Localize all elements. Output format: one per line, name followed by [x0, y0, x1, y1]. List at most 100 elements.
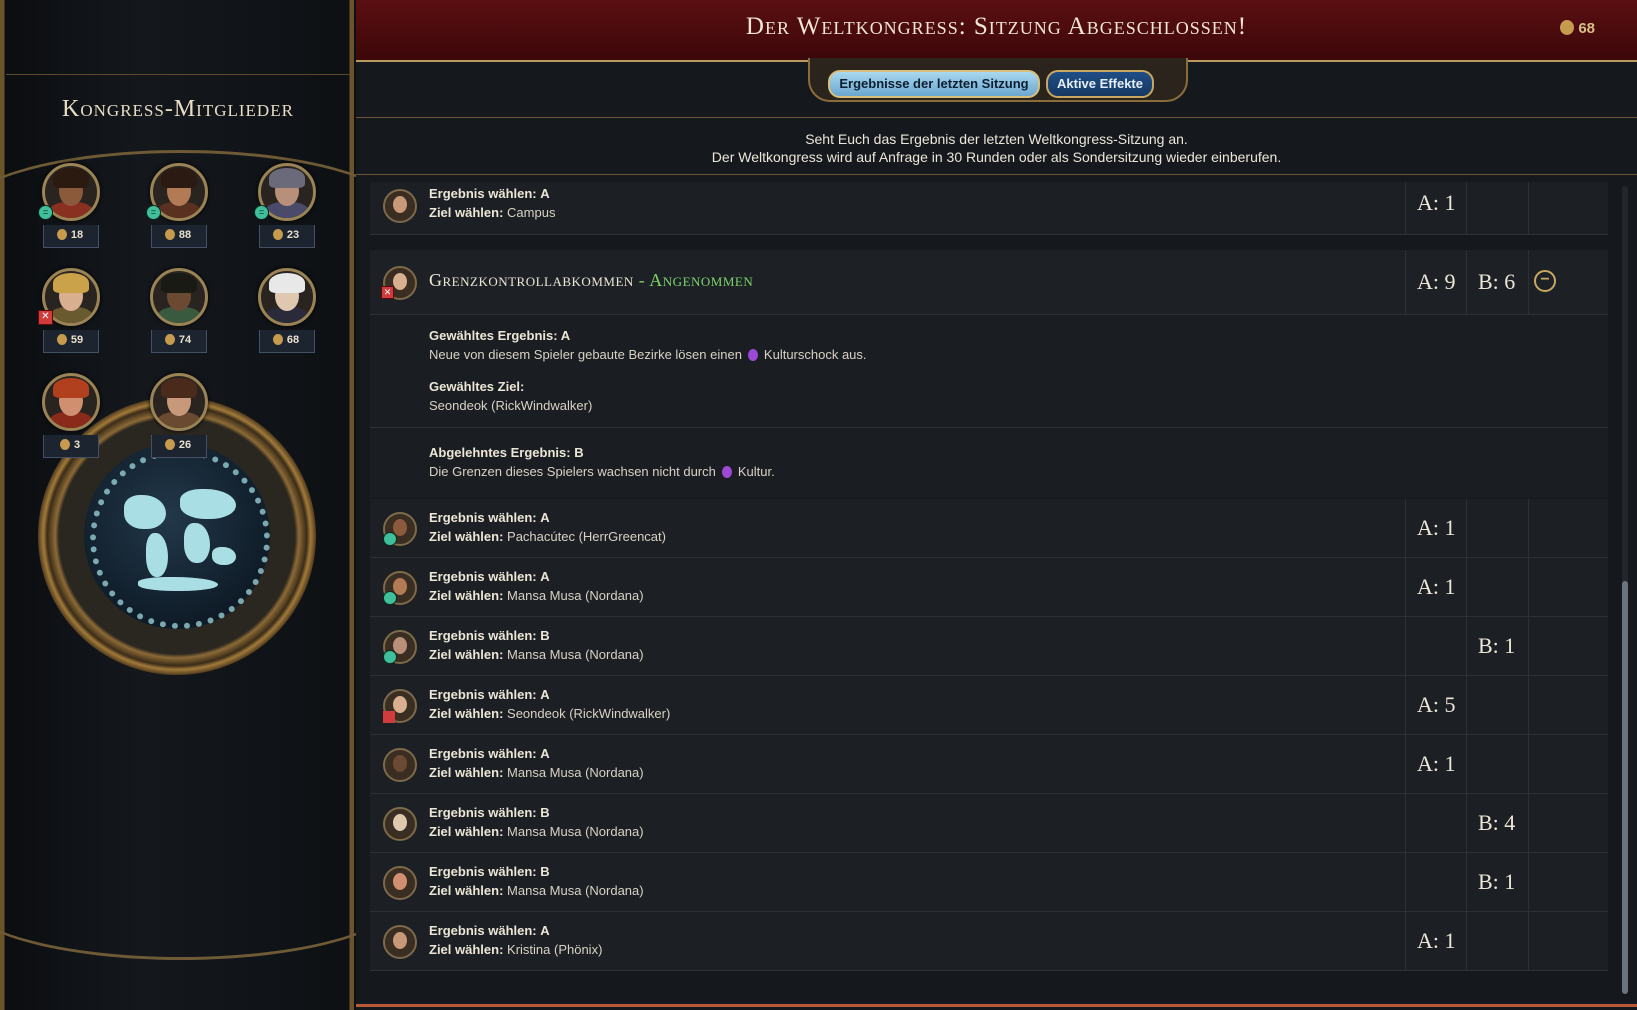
outcome-value: A [540, 687, 550, 702]
favor-icon [59, 439, 70, 450]
vote-row: Ergebnis wählen: A Ziel wählen: Campus A… [370, 182, 1608, 235]
favor-value: 68 [1578, 20, 1595, 37]
member-favor: 26 [151, 439, 205, 451]
collapse-button[interactable]: − [1534, 270, 1556, 292]
column-divider [1466, 912, 1467, 970]
resolution-separator: - [633, 270, 650, 290]
vote-row: Ergebnis wählen: A Ziel wählen: Mansa Mus… [370, 735, 1608, 794]
target-value: Mansa Musa (Nordana) [507, 647, 644, 662]
column-divider [1528, 499, 1529, 557]
outcome-line: Ergebnis wählen: A [429, 687, 550, 702]
member-7[interactable]: 3 [40, 373, 100, 458]
vote-row: Ergebnis wählen: B Ziel wählen: Mansa Mus… [370, 794, 1608, 853]
scrollbar[interactable] [1622, 186, 1628, 994]
outcome-value: A [540, 186, 550, 201]
leader-avatar [383, 512, 417, 546]
column-divider [1466, 794, 1467, 852]
tab-last-session-results[interactable]: Ergebnisse der letzten Sitzung [828, 70, 1040, 98]
target-line: Ziel wählen: Mansa Musa (Nordana) [429, 883, 644, 898]
chosen-outcome-text-post: Kulturschock aus. [763, 347, 867, 362]
favor-value: 74 [178, 334, 192, 346]
choose-target-label: Ziel wählen: [429, 765, 504, 780]
target-line: Ziel wählen: Mansa Musa (Nordana) [429, 765, 644, 780]
continent-shape [124, 495, 166, 529]
outcome-line: Ergebnis wählen: B [429, 805, 550, 820]
member-4[interactable]: 59 ✕ [38, 268, 100, 353]
vote-row: Ergebnis wählen: B Ziel wählen: Mansa Mus… [370, 853, 1608, 912]
leader-face [393, 273, 407, 290]
member-1[interactable]: 18 = [38, 163, 100, 248]
member-5[interactable]: 74 [148, 268, 208, 353]
leader-face [393, 696, 407, 713]
bottom-border [356, 1004, 1637, 1007]
favor-icon [164, 439, 175, 450]
choose-target-label: Ziel wählen: [429, 529, 504, 544]
continent-shape [184, 523, 210, 563]
member-favor: 68 [259, 334, 313, 346]
world-congress-globe-icon [84, 443, 270, 629]
column-divider [1405, 735, 1406, 793]
vote-count-a: A: 5 [1417, 692, 1456, 717]
member-8[interactable]: 26 [148, 373, 208, 458]
favor-icon [56, 229, 67, 240]
member-favor: 3 [43, 439, 97, 451]
member-favor: 23 [259, 229, 313, 241]
outcome-value: B [540, 864, 550, 879]
target-value: Mansa Musa (Nordana) [507, 765, 644, 780]
page-title: Der Weltkongress: Sitzung Abgeschlossen! [745, 13, 1248, 40]
rejected-outcome-text-post: Kultur. [737, 464, 775, 479]
divider [370, 427, 1608, 428]
choose-outcome-label: Ergebnis wählen: [429, 510, 537, 525]
tab-active-effects[interactable]: Aktive Effekte [1046, 70, 1154, 98]
target-line: Ziel wählen: Mansa Musa (Nordana) [429, 588, 644, 603]
vote-count-a: A: 1 [1417, 928, 1456, 953]
ally-badge-icon [383, 591, 397, 605]
column-divider [1528, 735, 1529, 793]
chosen-outcome-label: Gewähltes Ergebnis: A [429, 328, 571, 343]
results-list[interactable]: Ergebnis wählen: A Ziel wählen: Campus A… [370, 182, 1608, 994]
resolution-header[interactable]: ✕ Grenzkontrollabkommen - Angenommen A: … [370, 250, 1608, 315]
member-3[interactable]: 23 = [254, 163, 316, 248]
column-divider [1405, 250, 1406, 314]
ally-badge-icon: = [38, 205, 53, 220]
continent-shape [212, 547, 236, 565]
target-line: Ziel wählen: Kristina (Phönix) [429, 942, 602, 957]
leader-portrait [42, 373, 100, 431]
favor-icon [272, 334, 283, 345]
resolution-title: Grenzkontrollabkommen - Angenommen [429, 270, 753, 291]
continent-shape [180, 489, 236, 519]
congress-results-panel: Der Weltkongress: Sitzung Abgeschlossen!… [356, 0, 1637, 1010]
choose-outcome-label: Ergebnis wählen: [429, 628, 537, 643]
leader-portrait [258, 268, 316, 326]
vote-count-a: A: 1 [1417, 751, 1456, 776]
leader-avatar [383, 807, 417, 841]
leader-avatar [383, 571, 417, 605]
member-2[interactable]: 88 = [146, 163, 208, 248]
column-divider [1405, 558, 1406, 616]
favor-icon [56, 334, 67, 345]
column-divider [1528, 912, 1529, 970]
chosen-target-value: Seondeok (RickWindwalker) [429, 398, 593, 413]
member-favor: 74 [151, 334, 205, 346]
member-6[interactable]: 68 [256, 268, 316, 353]
members-title: Kongress-Mitglieder [62, 96, 294, 122]
leader-avatar [383, 689, 417, 723]
scrollbar-thumb[interactable] [1622, 581, 1628, 994]
choose-outcome-label: Ergebnis wählen: [429, 569, 537, 584]
leader-face [393, 814, 407, 831]
choose-outcome-label: Ergebnis wählen: [429, 923, 537, 938]
choose-outcome-label: Ergebnis wählen: [429, 186, 537, 201]
vote-row: Ergebnis wählen: B Ziel wählen: Mansa Mus… [370, 617, 1608, 676]
choose-target-label: Ziel wählen: [429, 824, 504, 839]
choose-target-label: Ziel wählen: [429, 942, 504, 957]
vote-row: Ergebnis wählen: A Ziel wählen: Pachacúte… [370, 499, 1608, 558]
info-line: Der Weltkongress wird auf Anfrage in 30 … [711, 149, 1282, 165]
resolution-name: Grenzkontrollabkommen [429, 270, 634, 290]
outcome-value: A [540, 569, 550, 584]
member-favor: 88 [151, 229, 205, 241]
chosen-outcome-text: Neue von diesem Spieler gebaute Bezirke … [429, 347, 867, 362]
outcome-line: Ergebnis wählen: A [429, 569, 550, 584]
column-divider [1528, 794, 1529, 852]
favor-icon [1560, 20, 1575, 35]
leader-face [393, 932, 407, 949]
